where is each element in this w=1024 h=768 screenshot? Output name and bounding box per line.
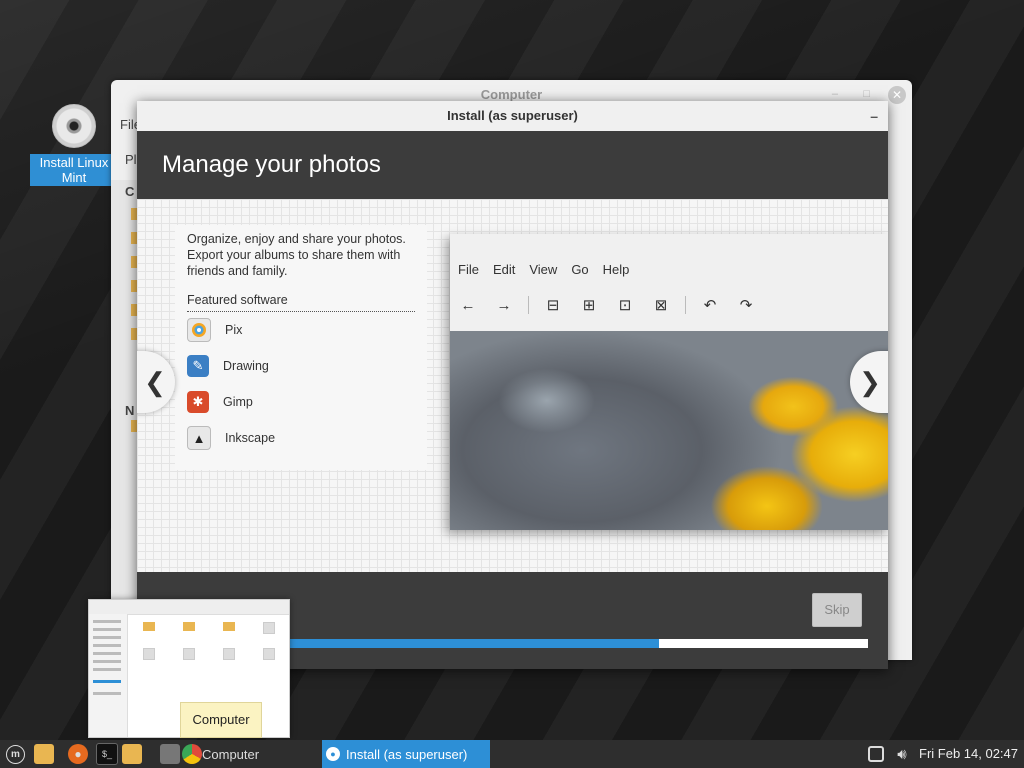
file-icon [143,648,155,660]
zoom-out-icon: ⊟ [546,297,560,314]
install-progress-bar [287,639,868,648]
launcher-terminal[interactable]: $_ [96,740,118,768]
screenshot-menu-item: Edit [492,262,516,277]
app-label: Drawing [223,359,269,373]
install-progress-fill [287,639,659,648]
file-icon [183,648,195,660]
preview-tooltip: Computer [180,702,262,738]
preview-sidebar-line [93,652,121,655]
zoom-normal-icon: ⊡ [618,297,632,314]
task-label: Install (as superuser) [346,746,468,762]
slide-body: Organize, enjoy and share your photos. E… [137,199,888,572]
maximize-icon[interactable]: □ [863,88,870,100]
disc-icon [52,104,96,148]
featured-software-heading: Featured software [187,293,415,312]
app-label: Gimp [223,395,253,409]
app-item-inkscape: ▲ Inkscape [175,420,427,456]
zoom-fit-icon: ⊠ [654,297,668,314]
zoom-in-icon: ⊞ [582,297,596,314]
preview-sidebar-line [93,636,121,639]
installer-titlebar: Install (as superuser) – [137,101,888,131]
tray-volume[interactable]: 🔊︎ [892,740,912,768]
computer-sidebar-heading-network: N [125,403,135,418]
preview-toolbar [89,600,289,615]
preview-sidebar-line [93,620,121,623]
preview-sidebar-line [93,644,121,647]
mint-menu-icon: m [6,744,25,764]
file-icon [263,648,275,660]
task-installer[interactable]: ● Install (as superuser) [322,740,490,768]
minimize-icon[interactable]: – [870,101,878,131]
file-icon [263,622,275,634]
folder-icon [143,622,155,631]
terminal-icon: $_ [96,743,118,765]
launcher-files[interactable] [34,740,54,768]
launcher-firefox[interactable]: ● [68,740,88,768]
screenshot-menu-item: File [458,262,479,277]
preview-sidebar-line [93,668,121,671]
folder-icon [122,744,142,764]
preview-sidebar-line [93,692,121,695]
previous-slide-button[interactable]: ❮ [137,351,175,413]
desktop-icon-label: Install Linux Mint [30,154,118,186]
forward-arrow-icon: → [496,296,512,314]
back-arrow-icon: ← [460,296,476,314]
toolbar-separator [685,296,686,314]
slide-title: Manage your photos [137,131,888,199]
network-icon [868,746,884,762]
app-label: Inkscape [225,431,276,445]
pix-icon [182,744,202,764]
pix-icon [187,318,211,342]
clock[interactable]: Fri Feb 14, 02:47 [919,740,1018,768]
installer-window[interactable]: Install (as superuser) – Manage your pho… [137,101,888,669]
screenshot-menu-item: Help [602,262,630,277]
tray-network[interactable] [868,740,884,768]
app-item-drawing: ✎ Drawing [175,348,427,384]
folder-icon [34,744,54,764]
skip-button[interactable]: Skip [812,593,862,627]
computer-sidebar [111,180,137,620]
gimp-icon: ✱ [187,391,209,413]
taskbar: m ● $_ Computer ● Install (as superuser)… [0,740,1024,768]
drawing-icon: ✎ [187,355,209,377]
rotate-right-icon: ↷ [739,297,753,314]
app-item-gimp: ✱ Gimp [175,384,427,420]
desktop-icon-install[interactable]: Install Linux Mint [30,104,118,187]
app-item-pix: Pix [175,312,427,348]
computer-sidebar-heading: C [125,184,135,199]
inkscape-icon: ▲ [187,426,211,450]
installer-title: Install (as superuser) [447,108,578,123]
close-icon[interactable]: ✕ [888,86,906,104]
rotate-left-icon: ↶ [703,297,717,314]
lily-photo [450,331,888,530]
file-icon [223,648,235,660]
screenshot-menu-item: Go [571,262,589,277]
disc-icon: ● [326,747,340,761]
volume-icon: 🔊︎ [897,745,907,763]
preview-sidebar-line [93,660,121,663]
preview-sidebar [89,614,128,737]
launcher-files-2[interactable] [122,740,142,768]
computer-icon [160,744,180,764]
slide-description: Organize, enjoy and share your photos. E… [187,232,406,278]
folder-icon [183,622,195,631]
screenshot-menu-item: View [529,262,558,277]
menu-button[interactable]: m [6,740,25,768]
task-computer[interactable]: Computer [160,740,318,768]
preview-sidebar-line [93,628,121,631]
computer-places-peek: Pl [125,152,137,167]
screenshot-menubar: File Edit View Go Help [450,262,888,286]
task-label: Computer [202,746,260,762]
slide-info-panel: Organize, enjoy and share your photos. E… [175,225,427,470]
app-label: Pix [225,323,243,337]
screenshot-toolbar: ← → ⊟ ⊞ ⊡ ⊠ ↶ ↷ [450,286,888,324]
slide-screenshot: File Edit View Go Help ← → ⊟ ⊞ ⊡ ⊠ ↶ ↷ [450,234,888,530]
firefox-icon: ● [68,744,88,764]
folder-icon [223,622,235,631]
toolbar-separator [528,296,529,314]
preview-sidebar-line [93,680,121,683]
minimize-icon[interactable]: – [832,88,838,100]
